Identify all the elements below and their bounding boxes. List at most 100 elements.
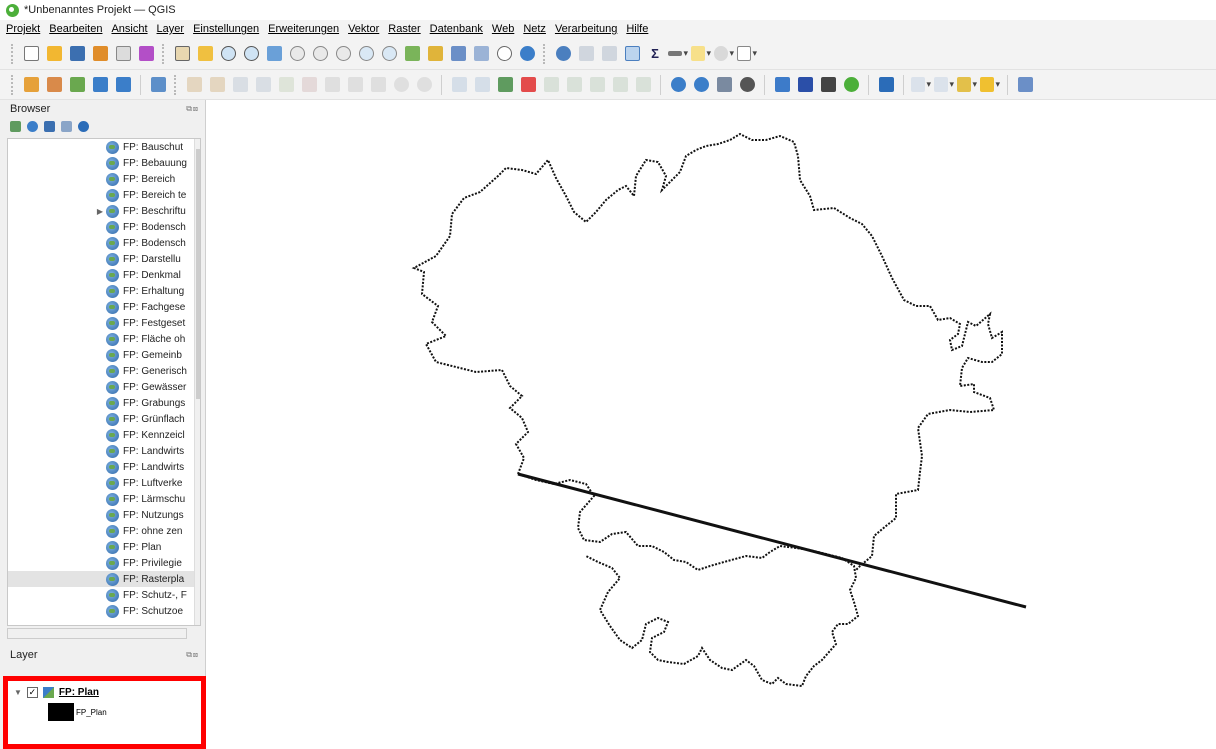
help-icon[interactable] [876, 75, 896, 95]
list-item[interactable]: FP: Gemeinb [106, 347, 200, 363]
filter-icon[interactable] [44, 120, 55, 132]
menu-datenbank[interactable]: Datenbank [430, 23, 483, 35]
data-source-manager-icon[interactable] [21, 75, 41, 95]
menu-bearbeiten[interactable]: Bearbeiten [49, 23, 102, 35]
map-canvas[interactable] [206, 100, 1216, 749]
map-tips-icon[interactable] [691, 44, 711, 64]
save-as-icon[interactable] [90, 44, 110, 64]
plugin-gear-icon[interactable] [737, 75, 757, 95]
zoom-in-icon[interactable] [218, 44, 238, 64]
add-feature-icon[interactable] [276, 75, 296, 95]
label-hide-icon[interactable] [633, 75, 653, 95]
panel-float-close-icon[interactable]: ⧉⊠ [186, 104, 199, 114]
list-item[interactable]: FP: Erhaltung [106, 283, 200, 299]
list-item[interactable]: FP: Landwirts [106, 459, 200, 475]
redo-icon[interactable] [414, 75, 434, 95]
scrollbar-thumb[interactable] [196, 149, 200, 399]
list-item[interactable]: FP: ohne zen [106, 523, 200, 539]
list-item[interactable]: FP: Gewässer [106, 379, 200, 395]
add-wfs-icon[interactable] [113, 75, 133, 95]
statistics-panel-icon[interactable] [622, 44, 642, 64]
list-item[interactable]: FP: Festgeset [106, 315, 200, 331]
db-manager-icon[interactable] [714, 75, 734, 95]
add-delimited-text-icon[interactable] [90, 75, 110, 95]
layer-visibility-checkbox[interactable]: ✓ [26, 687, 38, 698]
bookmark-icon[interactable] [448, 44, 468, 64]
binoculars-icon[interactable] [818, 75, 838, 95]
browser-horizontal-scrollbar[interactable] [7, 628, 187, 639]
zoom-selection-icon[interactable] [287, 44, 307, 64]
zoom-next-icon[interactable] [379, 44, 399, 64]
paste-icon[interactable] [368, 75, 388, 95]
field-calculator-icon[interactable] [599, 44, 619, 64]
label-move-icon[interactable] [541, 75, 561, 95]
show-bookmarks-icon[interactable] [471, 44, 491, 64]
copy-icon[interactable] [345, 75, 365, 95]
browser-tree[interactable]: FP: Bauschut FP: Bebauung FP: Bereich FP… [7, 138, 201, 626]
select-value-icon[interactable] [934, 75, 954, 95]
collapse-arrow-icon[interactable]: ▼ [14, 688, 22, 697]
list-item[interactable]: FP: Bereich te [106, 187, 200, 203]
style-manager-icon[interactable] [136, 44, 156, 64]
list-item-selected[interactable]: FP: Rasterpla [8, 571, 194, 587]
menu-einstellungen[interactable]: Einstellungen [193, 23, 259, 35]
label-tool-icon[interactable] [449, 75, 469, 95]
text-annotation-icon[interactable] [737, 44, 757, 64]
save-edits-icon[interactable] [207, 75, 227, 95]
refresh-icon[interactable] [27, 120, 38, 132]
list-item[interactable]: FP: Kennzeicl [106, 427, 200, 443]
print-layout-icon[interactable] [113, 44, 133, 64]
python-console-icon[interactable] [772, 75, 792, 95]
metasearch-2-icon[interactable] [691, 75, 711, 95]
list-item[interactable]: FP: Lärmschu [106, 491, 200, 507]
save-project-icon[interactable] [67, 44, 87, 64]
add-vector-icon[interactable] [67, 75, 87, 95]
label-show-icon[interactable] [610, 75, 630, 95]
cut-icon[interactable] [322, 75, 342, 95]
menu-vektor[interactable]: Vektor [348, 23, 379, 35]
new-map-view-icon[interactable] [402, 44, 422, 64]
globe-plugin-icon[interactable] [841, 75, 861, 95]
collapse-icon[interactable] [61, 120, 72, 132]
list-item[interactable]: FP: Darstellu [106, 251, 200, 267]
georeferencer-icon[interactable] [1015, 75, 1035, 95]
list-item[interactable]: FP: Landwirts [106, 443, 200, 459]
pan-hand-icon[interactable] [172, 44, 192, 64]
list-item[interactable]: FP: Grünflach [106, 411, 200, 427]
menu-ansicht[interactable]: Ansicht [111, 23, 147, 35]
toggle-editing-icon[interactable] [184, 75, 204, 95]
list-item[interactable]: FP: Nutzungs [106, 507, 200, 523]
label-change-icon[interactable] [587, 75, 607, 95]
abc-label-icon[interactable] [518, 75, 538, 95]
temporal-icon[interactable] [494, 44, 514, 64]
panel-float-close-icon[interactable]: ⧉⊠ [186, 650, 199, 660]
expand-arrow-icon[interactable]: ▶ [94, 207, 106, 216]
menu-erweiterungen[interactable]: Erweiterungen [268, 23, 339, 35]
select-features-icon[interactable] [911, 75, 931, 95]
new-3d-view-icon[interactable] [425, 44, 445, 64]
menu-projekt[interactable]: Projekt [6, 23, 40, 35]
list-item[interactable]: FP: Generisch [106, 363, 200, 379]
digitize-icon[interactable] [230, 75, 250, 95]
list-item[interactable]: ▶ FP: Beschriftu [94, 203, 200, 219]
annotation-icon[interactable] [714, 44, 734, 64]
zoom-native-icon[interactable] [333, 44, 353, 64]
undo-icon[interactable] [391, 75, 411, 95]
pan-to-selection-icon[interactable] [195, 44, 215, 64]
list-item[interactable]: FP: Denkmal [106, 267, 200, 283]
list-item[interactable]: FP: Bauschut [106, 139, 200, 155]
select-by-location-icon[interactable] [980, 75, 1000, 95]
new-project-icon[interactable] [21, 44, 41, 64]
current-edits-icon[interactable] [148, 75, 168, 95]
plugin-b-icon[interactable] [795, 75, 815, 95]
list-item[interactable]: FP: Bodensch [106, 235, 200, 251]
list-item[interactable]: FP: Bereich [106, 171, 200, 187]
toolbox-sigma-icon[interactable]: Σ [645, 44, 665, 64]
attribute-table-icon[interactable] [576, 44, 596, 64]
layer-labeling-icon[interactable] [495, 75, 515, 95]
zoom-full-icon[interactable] [264, 44, 284, 64]
label-rotate-icon[interactable] [564, 75, 584, 95]
list-item[interactable]: FP: Fachgese [106, 299, 200, 315]
label-pin-icon[interactable] [472, 75, 492, 95]
list-item[interactable]: FP: Luftverke [106, 475, 200, 491]
